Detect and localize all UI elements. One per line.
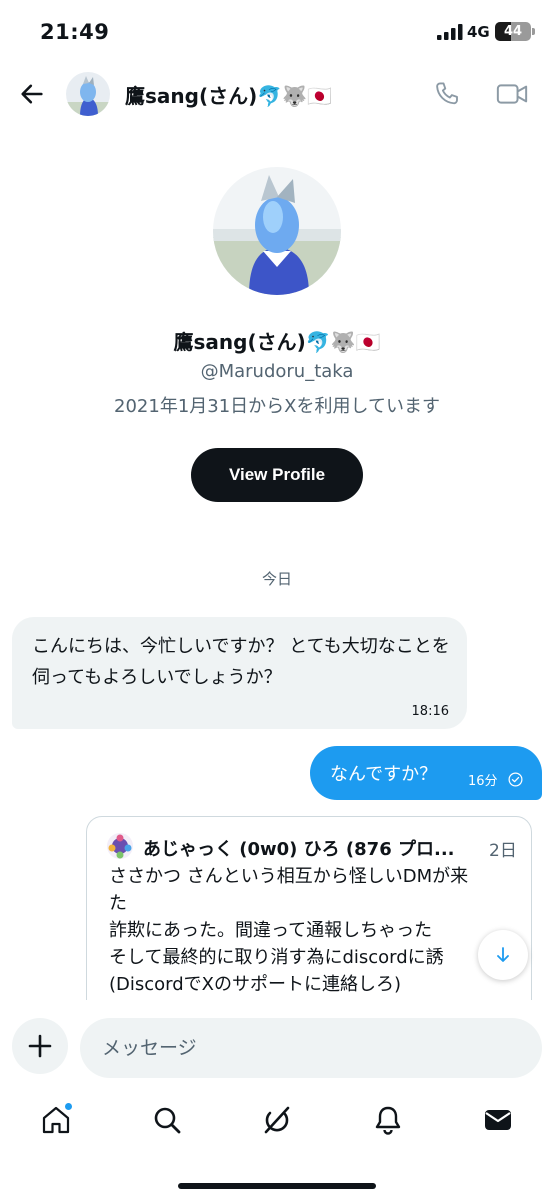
- shared-post-avatar: [107, 833, 133, 859]
- profile-handle: @Marudoru_taka: [200, 361, 354, 382]
- view-profile-button[interactable]: View Profile: [191, 448, 363, 502]
- battery-cap: [532, 28, 535, 35]
- shared-post-age: 2日: [489, 841, 517, 861]
- header-contact-name[interactable]: 鷹sang(さん)🐬🐺🇯🇵: [125, 80, 332, 109]
- composer-area: [0, 1000, 554, 1200]
- status-time: 21:49: [40, 20, 110, 44]
- shared-post-line: た: [109, 893, 127, 914]
- profile-joined-date: 2021年1月31日からXを利用しています: [114, 396, 440, 417]
- tab-home[interactable]: [36, 1100, 76, 1140]
- plus-icon: [28, 1034, 52, 1058]
- message-time: 18:16: [411, 704, 449, 719]
- shared-post-line: (DiscordでXのサポートに連絡しろ): [109, 974, 402, 995]
- shared-post-author: あじゃっく (0w0) ひろ (876 プロ...: [143, 839, 455, 860]
- seen-check-icon: [508, 772, 523, 787]
- bottom-tab-bar: [0, 1092, 554, 1152]
- message-text: なんですか？: [330, 764, 438, 785]
- add-attachment-button[interactable]: [12, 1018, 68, 1074]
- notification-dot: [64, 1102, 73, 1111]
- tab-notifications[interactable]: [368, 1100, 408, 1140]
- phone-icon[interactable]: [432, 79, 462, 109]
- tab-grok[interactable]: [257, 1100, 297, 1140]
- video-camera-icon[interactable]: [496, 80, 528, 108]
- shared-post-line: 詐欺にあった。間違って通報しちゃった: [109, 920, 433, 941]
- messages-icon: [485, 1110, 511, 1130]
- grok-icon: [264, 1106, 290, 1134]
- network-type: 4G: [467, 23, 490, 41]
- tab-messages[interactable]: [478, 1100, 518, 1140]
- cellular-signal-icon: [437, 24, 463, 40]
- search-icon: [154, 1107, 181, 1134]
- shared-post-line: そして最終的に取り消す為にdiscordに誘: [109, 947, 444, 968]
- profile-avatar[interactable]: [213, 167, 341, 295]
- notifications-icon: [375, 1106, 401, 1135]
- header-avatar[interactable]: [66, 72, 110, 116]
- message-input[interactable]: [80, 1018, 542, 1078]
- message-time: 16分: [468, 774, 498, 789]
- conversation-header: 鷹sang(さん)🐬🐺🇯🇵: [0, 66, 554, 124]
- date-separator: 今日: [261, 570, 292, 588]
- status-bar: 21:49 4G 44: [0, 0, 554, 66]
- shared-post-line: ささかつ さんという相互から怪しいDMが来: [109, 866, 469, 887]
- home-indicator: [178, 1183, 376, 1189]
- battery-icon: 44: [495, 22, 531, 41]
- profile-name: 鷹sang(さん)🐬🐺🇯🇵: [173, 330, 381, 354]
- message-text: こんにちは、今忙しいですか？ とても大切なことを伺ってもよろしいでしょうか？: [32, 636, 450, 688]
- arrow-down-icon: [497, 947, 509, 962]
- battery-level: 44: [503, 24, 523, 39]
- tab-search[interactable]: [147, 1100, 187, 1140]
- shared-post-text: ささかつ さんという相互から怪しいDMが来 た 詐欺にあった。間違って通報しちゃ…: [109, 863, 519, 998]
- outgoing-message[interactable]: なんですか？ 16分: [310, 746, 542, 800]
- arrow-left-icon[interactable]: [18, 80, 46, 108]
- incoming-message[interactable]: こんにちは、今忙しいですか？ とても大切なことを伺ってもよろしいでしょうか？ 1…: [12, 617, 467, 729]
- scroll-to-bottom-button[interactable]: [478, 930, 528, 980]
